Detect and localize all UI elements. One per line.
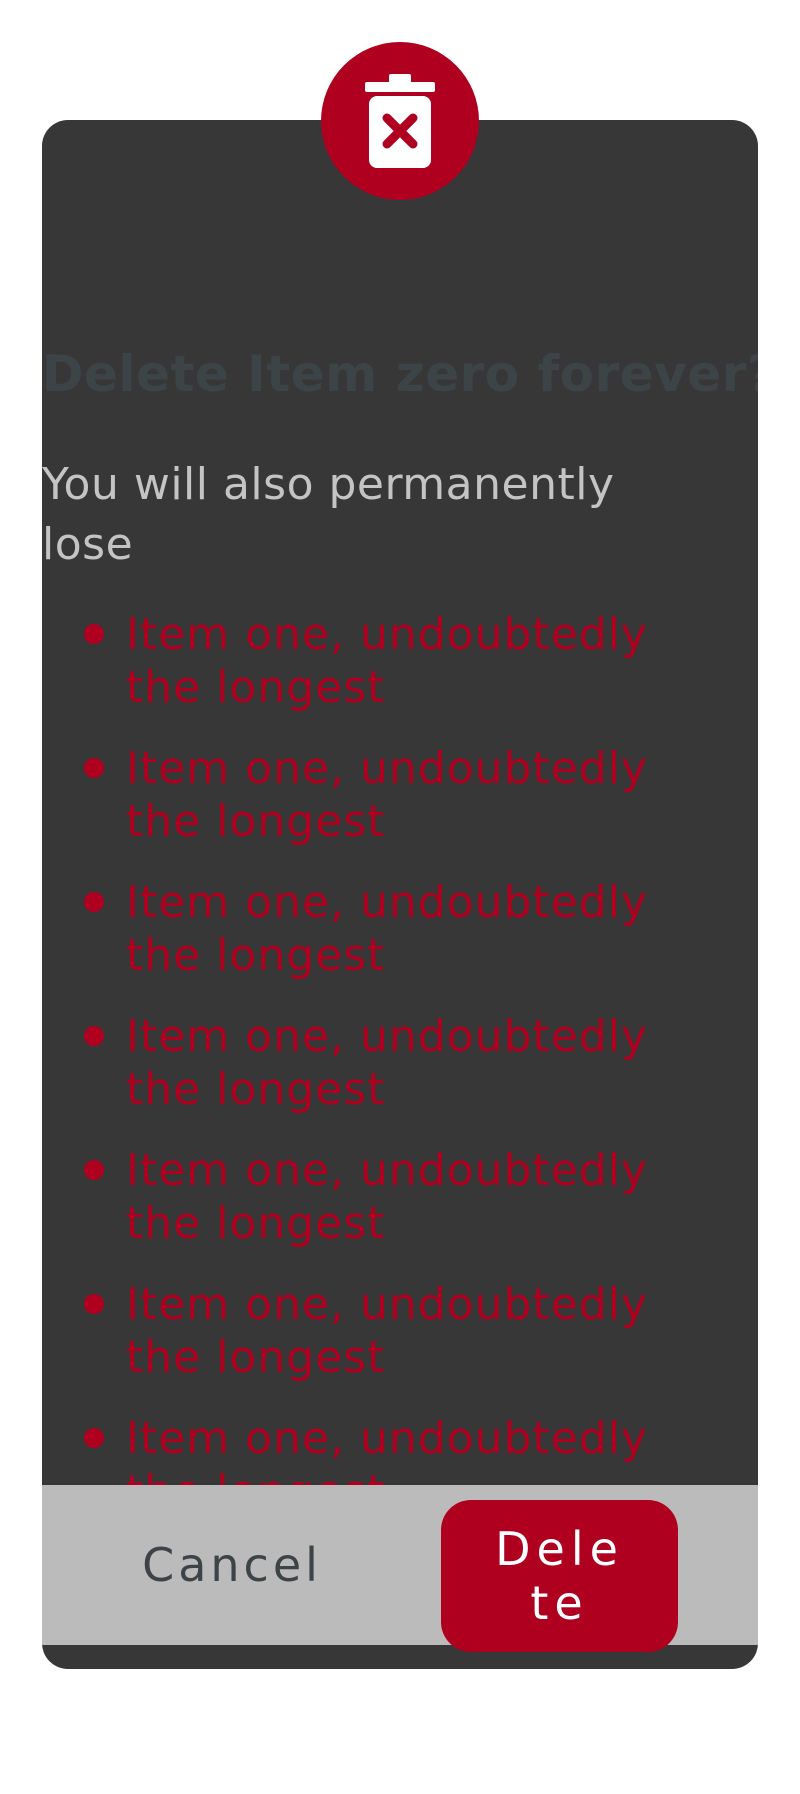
- bullet-icon: [84, 892, 104, 912]
- bullet-icon: [84, 1160, 104, 1180]
- list-item: Item one, undoubtedly the longest: [42, 1278, 758, 1412]
- list-item-text: Item one, undoubtedly the longest: [126, 1011, 648, 1115]
- list-item-text: Item one, undoubtedly the longest: [126, 1279, 648, 1383]
- bullet-icon: [84, 758, 104, 778]
- list-item: Item one, undoubtedly the longest: [42, 742, 758, 876]
- delete-dialog: Delete Item zero forever? You will also …: [42, 120, 758, 1669]
- list-item: Item one, undoubtedly the longest: [42, 876, 758, 1010]
- bullet-icon: [84, 1026, 104, 1046]
- list-item: Item one, undoubtedly the longest: [42, 1010, 758, 1144]
- list-item-text: Item one, undoubtedly the longest: [126, 1145, 648, 1249]
- bullet-icon: [84, 624, 104, 644]
- bullet-icon: [84, 1428, 104, 1448]
- delete-badge: [321, 42, 479, 200]
- dialog-title: Delete Item zero forever?: [42, 345, 758, 403]
- trash-delete-icon: [365, 74, 435, 168]
- dialog-footer: Cancel Delete: [42, 1485, 758, 1652]
- affected-items-list: Item one, undoubtedly the longest Item o…: [42, 608, 758, 1546]
- list-item: Item one, undoubtedly the longest: [42, 608, 758, 742]
- page: Delete Item zero forever? You will also …: [0, 0, 800, 1794]
- dialog-lead-text: You will also permanently lose: [42, 459, 615, 570]
- list-item-text: Item one, undoubtedly the longest: [126, 877, 648, 981]
- delete-button[interactable]: Delete: [441, 1500, 678, 1652]
- list-item-text: Item one, undoubtedly the longest: [126, 609, 648, 713]
- list-item-text: Item one, undoubtedly the longest: [126, 743, 648, 847]
- bullet-icon: [84, 1294, 104, 1314]
- cancel-button[interactable]: Cancel: [102, 1525, 362, 1605]
- list-item: Item one, undoubtedly the longest: [42, 1144, 758, 1278]
